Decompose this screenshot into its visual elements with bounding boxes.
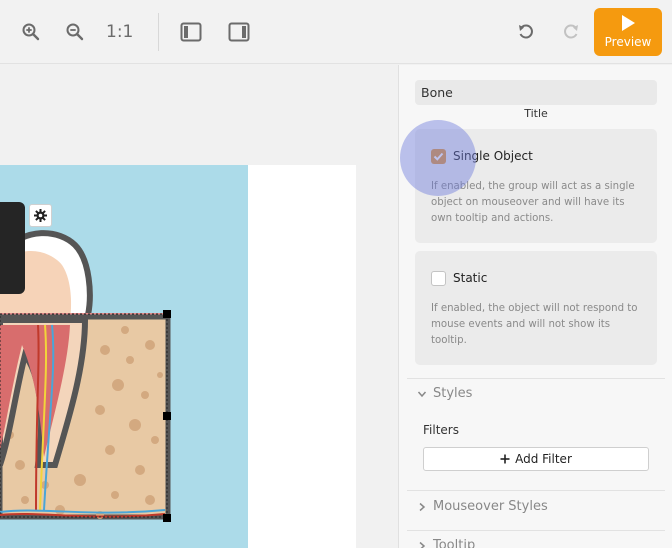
preview-label: Preview (604, 35, 652, 49)
zoom-reset-button[interactable]: 1:1 (106, 22, 133, 42)
tooth-illustration[interactable] (0, 225, 180, 525)
toolbar-divider (158, 13, 159, 51)
divider (407, 530, 665, 531)
toolbar: 1:1 Preview (0, 0, 672, 64)
plus-icon (500, 454, 510, 464)
undo-icon (519, 24, 533, 39)
chevron-right-icon (415, 539, 429, 548)
divider (407, 378, 665, 379)
static-checkbox[interactable] (431, 271, 446, 286)
add-filter-button[interactable]: Add Filter (423, 447, 649, 471)
gear-icon (34, 209, 47, 222)
redo-button[interactable] (557, 18, 585, 46)
zoom-out-icon (66, 23, 84, 41)
tooltip-section-header[interactable]: Tooltip (415, 538, 475, 548)
styles-section-label: Styles (433, 386, 473, 401)
static-description: If enabled, the object will not respond … (431, 303, 638, 346)
filters-label: Filters (423, 423, 459, 437)
undo-button[interactable] (512, 18, 540, 46)
toggle-right-panel-button[interactable] (225, 18, 253, 46)
zoom-in-icon (22, 23, 40, 41)
toggle-left-panel-icon (180, 22, 202, 42)
title-label: Title (524, 107, 548, 120)
click-highlight (400, 120, 476, 196)
redo-icon (564, 24, 578, 39)
chevron-right-icon (415, 500, 429, 514)
preview-button[interactable]: Preview (594, 8, 662, 56)
play-icon (622, 15, 635, 31)
divider (407, 490, 665, 491)
tooltip-section-label: Tooltip (433, 538, 476, 548)
zoom-in-button[interactable] (17, 18, 45, 46)
object-settings-button[interactable] (29, 204, 52, 227)
chevron-down-icon (415, 387, 429, 401)
canvas-area[interactable] (0, 65, 398, 548)
mouseover-styles-section-header[interactable]: Mouseover Styles (415, 499, 548, 514)
mouseover-styles-section-label: Mouseover Styles (433, 499, 548, 514)
styles-section-header[interactable]: Styles (415, 386, 472, 401)
editor-app: 1:1 Preview Bone Title Single Object If … (0, 0, 672, 548)
static-card: Static If enabled, the object will not r… (415, 251, 657, 365)
zoom-out-button[interactable] (61, 18, 89, 46)
toggle-left-panel-button[interactable] (177, 18, 205, 46)
toggle-right-panel-icon (228, 22, 250, 42)
tooltip-preview (0, 202, 25, 294)
static-label[interactable]: Static (453, 271, 487, 285)
add-filter-label: Add Filter (515, 452, 572, 466)
title-input[interactable] (415, 80, 657, 105)
